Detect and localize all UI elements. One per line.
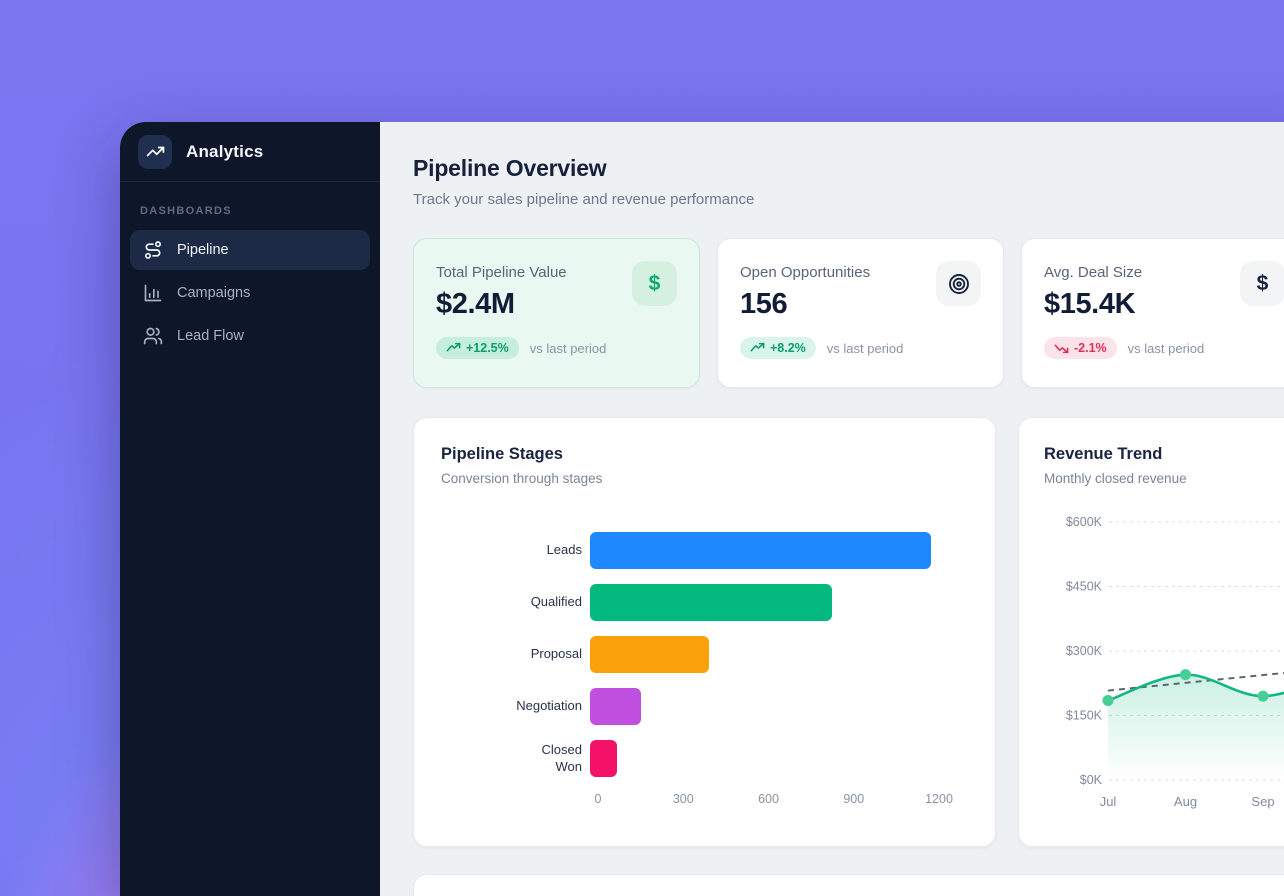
- bar-row: Negotiation: [441, 688, 968, 725]
- x-tick-label: 1200: [925, 792, 953, 806]
- data-point[interactable]: [1180, 669, 1191, 680]
- target-icon: [936, 261, 981, 306]
- y-tick-label: $450K: [1066, 580, 1103, 594]
- pipeline-bar-chart: Leads Qualified Proposal Negotiation Closed …: [441, 532, 968, 777]
- revenue-trend-card: Revenue Trend Monthly closed revenue $0K…: [1018, 417, 1284, 847]
- route-icon: [143, 240, 163, 260]
- x-tick-label: 900: [843, 792, 864, 806]
- pipeline-stages-card: Pipeline Stages Conversion through stage…: [413, 417, 996, 847]
- sidebar-item-label: Pipeline: [177, 242, 229, 258]
- trending-up-logo-icon: [138, 135, 172, 169]
- page-title: Pipeline Overview: [413, 155, 1284, 182]
- app-window: Analytics DASHBOARDS Pipeline: [120, 122, 1284, 896]
- kpi-row: Total Pipeline Value $2.4M $ +12.5% vs l…: [413, 238, 1284, 388]
- chart-subtitle: Monthly closed revenue: [1044, 471, 1279, 486]
- bar-category-label: Closed Won: [441, 742, 590, 775]
- bar-qualified[interactable]: [590, 584, 832, 621]
- bar-row: Leads: [441, 532, 968, 569]
- trending-up-icon: [750, 341, 765, 355]
- sidebar-nav: Pipeline Campaigns Lead Flow: [120, 227, 380, 359]
- compare-text: vs last period: [827, 341, 904, 356]
- chart-title: Revenue Trend: [1044, 445, 1279, 464]
- bar-category-label: Leads: [441, 542, 590, 558]
- delta-badge: -2.1%: [1044, 337, 1117, 359]
- bar-category-label: Proposal: [441, 646, 590, 662]
- bar-row: Closed Won: [441, 740, 968, 777]
- bar-leads[interactable]: [590, 532, 931, 569]
- trending-down-icon: [1054, 341, 1069, 355]
- sidebar-item-pipeline[interactable]: Pipeline: [130, 230, 370, 270]
- x-tick-label: 0: [595, 792, 602, 806]
- sidebar-item-label: Lead Flow: [177, 328, 244, 344]
- bar-category-label: Negotiation: [441, 698, 590, 714]
- delta-badge: +12.5%: [436, 337, 519, 359]
- users-icon: [143, 326, 163, 346]
- bar-proposal[interactable]: [590, 636, 709, 673]
- x-tick-label: 600: [758, 792, 779, 806]
- x-tick-label: 300: [673, 792, 694, 806]
- sidebar: Analytics DASHBOARDS Pipeline: [120, 122, 380, 896]
- data-point[interactable]: [1258, 691, 1269, 702]
- kpi-card-avg-deal-size[interactable]: Avg. Deal Size $15.4K $ -2.1% vs last pe…: [1021, 238, 1284, 388]
- kpi-card-open-opportunities[interactable]: Open Opportunities 156 +8.2% vs last per…: [717, 238, 1004, 388]
- trending-up-icon: [446, 341, 461, 355]
- app-title: Analytics: [186, 142, 263, 162]
- compare-text: vs last period: [530, 341, 607, 356]
- chart-title: Pipeline Stages: [441, 445, 968, 464]
- x-month-label: Jul: [1100, 794, 1117, 809]
- bar-negotiation[interactable]: [590, 688, 641, 725]
- kpi-card-total-pipeline-value[interactable]: Total Pipeline Value $2.4M $ +12.5% vs l…: [413, 238, 700, 388]
- y-tick-label: $0K: [1080, 773, 1103, 787]
- bar-closed-won[interactable]: [590, 740, 617, 777]
- charts-row: Pipeline Stages Conversion through stage…: [413, 417, 1284, 847]
- compare-text: vs last period: [1128, 341, 1205, 356]
- bar-chart-icon: [143, 283, 163, 303]
- bottom-card-partial: [413, 874, 1284, 896]
- sidebar-item-campaigns[interactable]: Campaigns: [130, 273, 370, 313]
- revenue-line-chart: $0K $150K $300K $450K $600K Jul Aug Sep: [1019, 514, 1279, 819]
- bar-category-label: Qualified: [441, 594, 590, 610]
- page-subtitle: Track your sales pipeline and revenue pe…: [413, 191, 1284, 208]
- bar-row: Proposal: [441, 636, 968, 673]
- dollar-sign-icon: $: [1240, 261, 1284, 306]
- sidebar-section-label: DASHBOARDS: [140, 205, 360, 217]
- x-month-label: Sep: [1251, 794, 1274, 809]
- main-content: Pipeline Overview Track your sales pipel…: [380, 122, 1284, 896]
- y-tick-label: $300K: [1066, 644, 1103, 658]
- app-logo-row: Analytics: [120, 122, 380, 182]
- sidebar-item-label: Campaigns: [177, 285, 250, 301]
- x-month-label: Aug: [1174, 794, 1197, 809]
- chart-subtitle: Conversion through stages: [441, 471, 968, 486]
- y-tick-label: $150K: [1066, 709, 1103, 723]
- data-point[interactable]: [1103, 695, 1114, 706]
- delta-badge: +8.2%: [740, 337, 816, 359]
- dollar-sign-icon: $: [632, 261, 677, 306]
- y-tick-label: $600K: [1066, 515, 1103, 529]
- bar-row: Qualified: [441, 584, 968, 621]
- pipeline-x-axis: 0 300 600 900 1200: [598, 792, 968, 812]
- sidebar-item-lead-flow[interactable]: Lead Flow: [130, 316, 370, 356]
